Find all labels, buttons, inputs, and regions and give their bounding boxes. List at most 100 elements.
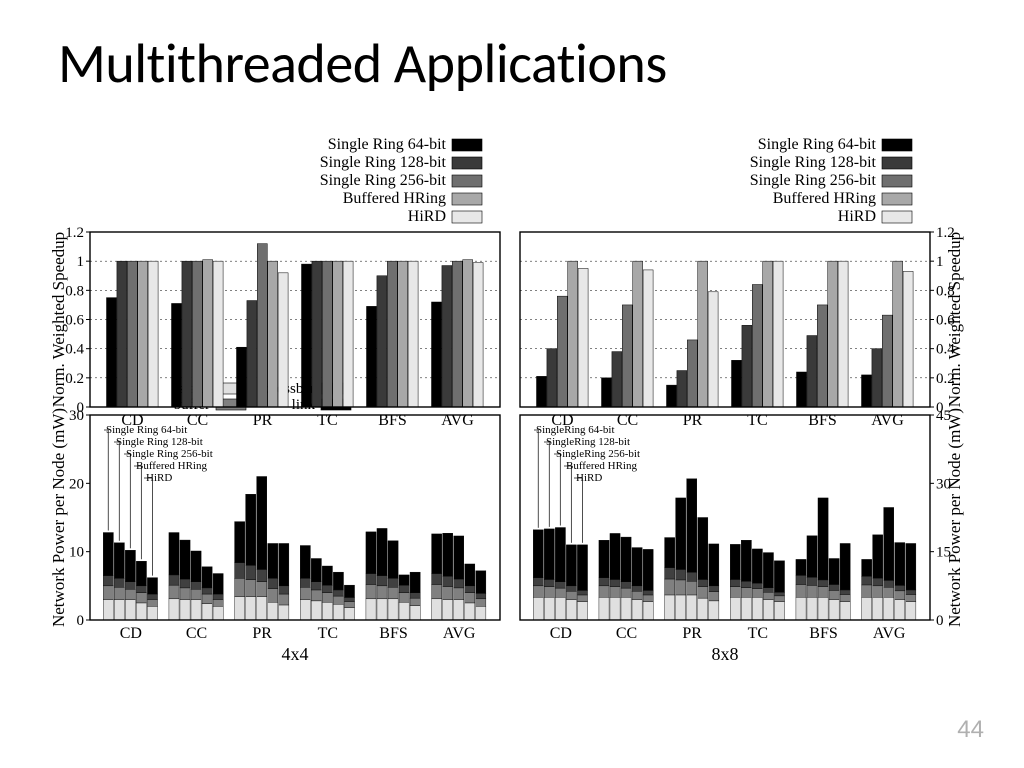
stacked-bar-seg	[599, 578, 609, 586]
bar	[622, 305, 632, 407]
bar	[773, 261, 783, 407]
stacked-bar-seg	[730, 544, 740, 579]
xtick: PR	[682, 625, 702, 642]
annotation-label: Buffered HRing	[136, 460, 207, 472]
stacked-bar-seg	[399, 602, 409, 620]
stacked-bar-seg	[818, 580, 828, 587]
stacked-bar-seg	[906, 594, 916, 601]
stacked-bar-seg	[599, 540, 609, 577]
bar	[838, 261, 848, 407]
stacked-bar-seg	[191, 551, 201, 582]
bar	[442, 266, 452, 407]
bar	[322, 261, 332, 407]
ytick: 20	[69, 476, 84, 492]
xtick: CC	[186, 625, 207, 642]
stacked-bar-seg	[169, 585, 179, 599]
stacked-bar-seg	[752, 597, 762, 620]
xtick: CC	[616, 625, 637, 642]
stacked-bar-seg	[147, 600, 157, 607]
stacked-bar-seg	[840, 543, 850, 589]
legend-swatch	[452, 139, 482, 151]
stacked-bar-seg	[555, 597, 565, 620]
stacked-bar-seg	[476, 606, 486, 620]
stacked-bar-seg	[443, 533, 453, 576]
legend-label: Single Ring 64-bit	[758, 136, 877, 153]
stacked-bar-seg	[796, 575, 806, 584]
stacked-bar-seg	[763, 600, 773, 621]
stacked-bar-seg	[566, 586, 576, 591]
stacked-bar-seg	[676, 569, 686, 579]
stacked-bar-seg	[709, 586, 719, 592]
stacked-bar-seg	[279, 594, 289, 605]
stacked-bar-seg	[566, 591, 576, 599]
stacked-bar-seg	[136, 586, 146, 593]
stacked-bar-seg	[235, 597, 245, 620]
stacked-bar-seg	[774, 596, 784, 602]
bar	[398, 261, 408, 407]
bar	[237, 347, 247, 407]
bar	[367, 306, 377, 407]
legend-label: Single Ring 256-bit	[750, 172, 877, 189]
stacked-bar-seg	[544, 529, 554, 580]
annotation-label: SingleRing 128-bit	[546, 436, 630, 448]
bar	[708, 292, 718, 407]
stacked-bar-seg	[147, 594, 157, 599]
bar	[148, 261, 158, 407]
stacked-bar-seg	[796, 597, 806, 620]
stacked-bar-seg	[202, 594, 212, 604]
stacked-bar-seg	[344, 608, 354, 620]
legend-swatch	[882, 175, 912, 187]
stacked-bar-seg	[676, 580, 686, 595]
xtick: BFS	[809, 625, 837, 642]
bar	[882, 315, 892, 407]
stacked-bar-seg	[136, 593, 146, 603]
stacked-bar-seg	[454, 588, 464, 600]
stacked-bar-seg	[333, 596, 343, 604]
stacked-bar-seg	[796, 559, 806, 575]
annotation-label: Single Ring 64-bit	[106, 424, 187, 436]
stacked-bar-seg	[577, 590, 587, 595]
stacked-bar-seg	[752, 589, 762, 598]
bar	[182, 261, 192, 407]
stacked-bar-seg	[399, 585, 409, 593]
ytick: 0.4	[936, 342, 955, 358]
bar	[763, 261, 773, 407]
stacked-bar-seg	[344, 585, 354, 597]
stacked-bar-seg	[643, 549, 653, 590]
stacked-bar-seg	[103, 586, 113, 600]
legend-swatch	[452, 157, 482, 169]
stacked-bar-seg	[577, 602, 587, 620]
ytick: 0.2	[65, 371, 84, 387]
stacked-bar-seg	[268, 602, 278, 620]
stacked-bar-seg	[906, 590, 916, 595]
bar	[117, 261, 127, 407]
legend-label: Single Ring 128-bit	[320, 154, 447, 171]
stacked-bar-seg	[366, 532, 376, 574]
bar	[172, 303, 182, 407]
stacked-bar-seg	[322, 593, 332, 603]
page-title: Multithreaded Applications	[58, 30, 667, 98]
stacked-bar-seg	[147, 606, 157, 620]
stacked-bar-seg	[752, 549, 762, 583]
stacked-bar-seg	[213, 606, 223, 620]
stacked-bar-seg	[333, 572, 343, 590]
stacked-bar-seg	[621, 588, 631, 597]
legend-label: Single Ring 256-bit	[320, 172, 447, 189]
ytick: 0.8	[936, 283, 955, 299]
stacked-bar-seg	[895, 585, 905, 590]
stacked-bar-seg	[213, 600, 223, 607]
stacked-bar-seg	[621, 597, 631, 620]
bar	[828, 261, 838, 407]
stacked-bar-seg	[114, 587, 124, 599]
stacked-bar-seg	[873, 535, 883, 578]
stacked-bar-seg	[300, 600, 310, 621]
ytick: 1	[936, 254, 944, 270]
stacked-bar-seg	[246, 580, 256, 597]
stacked-bar-seg	[818, 587, 828, 597]
annotation-label: HiRD	[576, 472, 602, 484]
bar	[268, 261, 278, 407]
stacked-bar-seg	[399, 575, 409, 585]
stacked-bar-seg	[807, 597, 817, 620]
bar	[893, 261, 903, 407]
stacked-bar-seg	[752, 583, 762, 588]
